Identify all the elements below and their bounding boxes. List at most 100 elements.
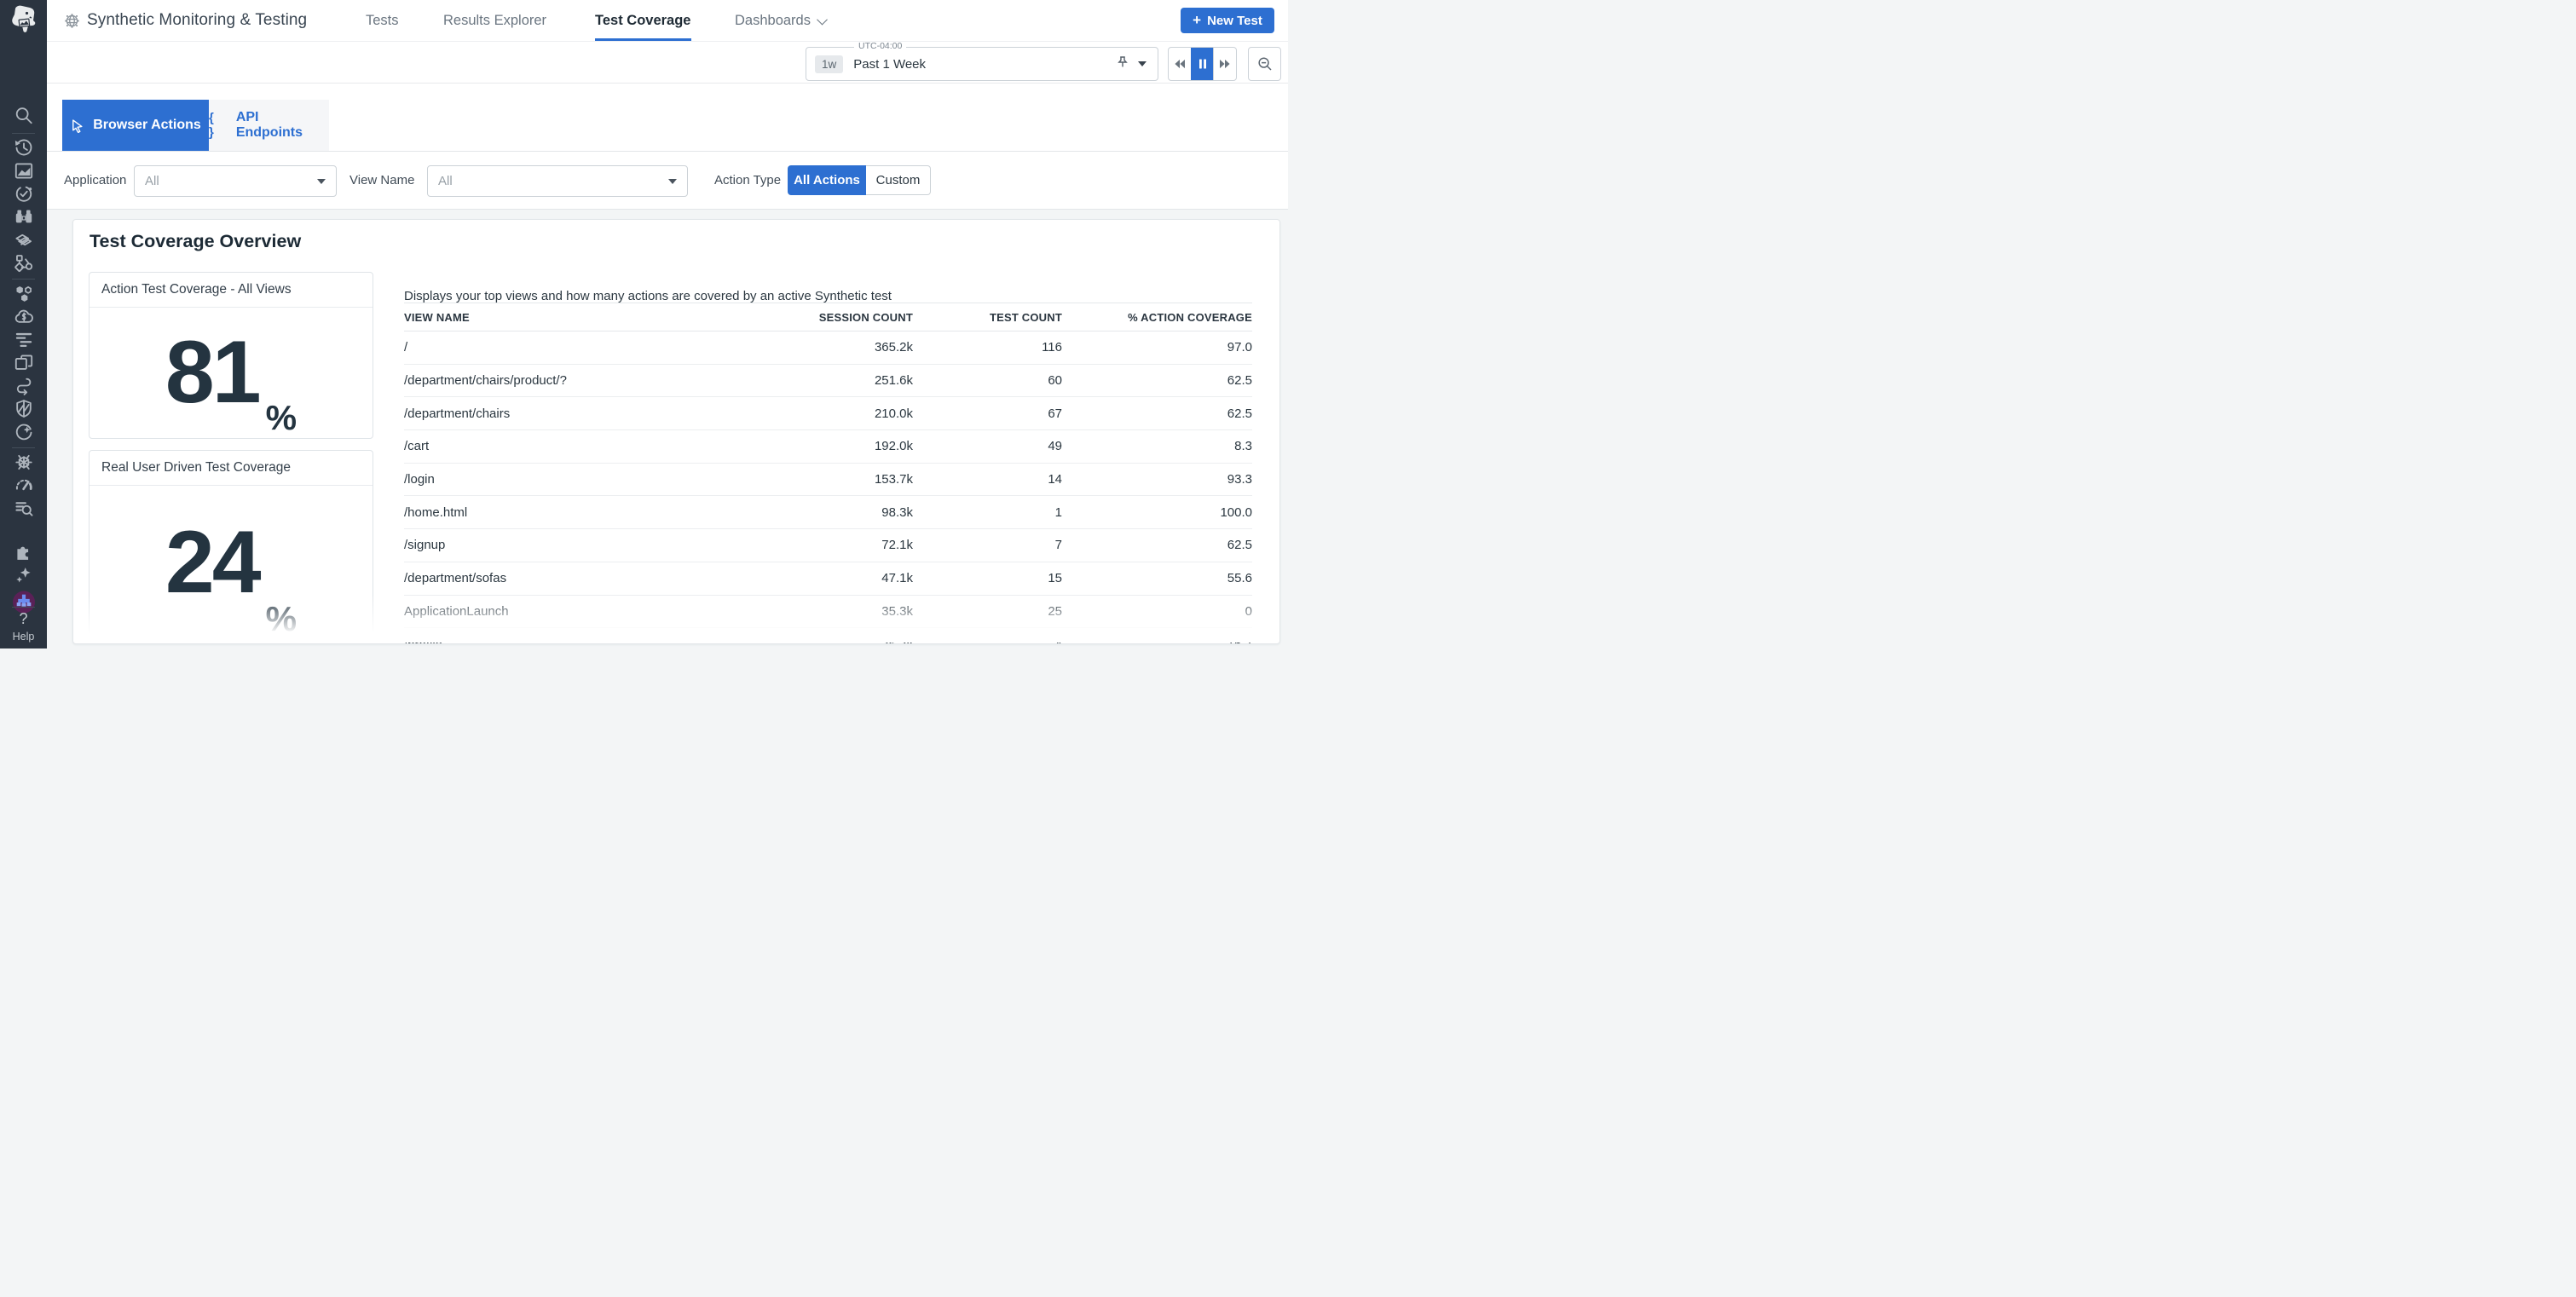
app-root: ? Help Synthetic Monitoring & Testing Tes…	[0, 0, 1288, 648]
nav-security-icon[interactable]	[14, 399, 33, 418]
nav-history-icon[interactable]	[14, 138, 33, 158]
timezone-label: UTC-04:00	[854, 41, 906, 51]
nav-tab-test-coverage[interactable]: Test Coverage	[595, 0, 691, 41]
tab-api-endpoints[interactable]: { } API Endpoints	[209, 100, 329, 151]
nav-metrics-icon[interactable]	[14, 161, 33, 181]
skip-forward-button[interactable]	[1213, 48, 1236, 80]
nav-service-map-icon[interactable]	[14, 253, 33, 273]
value-cell: 93.3	[1062, 472, 1252, 487]
dropdown-caret-icon	[317, 179, 326, 184]
table-row[interactable]: /signup72.1k762.5	[404, 529, 1252, 562]
value-cell: 35.3k	[728, 637, 913, 644]
application-dropdown[interactable]: All	[134, 165, 337, 197]
help-icon[interactable]: ?	[0, 610, 47, 628]
table-row[interactable]: /365.2k11697.0	[404, 331, 1252, 365]
view-name-cell: /	[404, 340, 728, 355]
nav-ci-cd-icon[interactable]	[14, 376, 33, 395]
nav-profiling-icon[interactable]	[14, 476, 33, 495]
coverage-value: 81	[165, 331, 259, 415]
timeframe-picker[interactable]: UTC-04:00 1w Past 1 Week	[806, 47, 1158, 81]
timeframe-caret-icon[interactable]	[1138, 61, 1146, 66]
nav-infrastructure-icon[interactable]	[14, 284, 33, 303]
card-title: Real User Driven Test Coverage	[90, 451, 373, 486]
sidebar: ? Help	[0, 0, 47, 648]
column-header[interactable]: TEST COUNT	[913, 311, 1062, 324]
action-type-option-custom[interactable]: Custom	[866, 165, 931, 195]
sidebar-divider	[12, 279, 35, 280]
value-cell: 16.7	[1062, 637, 1252, 644]
value-cell: 365.2k	[728, 340, 913, 355]
nav-tab-dashboards[interactable]: Dashboards	[735, 0, 826, 41]
action-type-toggle: All ActionsCustom	[788, 165, 931, 195]
datadog-logo[interactable]	[7, 5, 41, 36]
dropdown-caret-icon	[668, 179, 677, 184]
view-name-dropdown[interactable]: All	[427, 165, 688, 197]
nav-watchdog-icon[interactable]	[14, 207, 33, 227]
table-row[interactable]: /cart192.0k498.3	[404, 430, 1252, 464]
nav-rum-icon[interactable]	[14, 353, 33, 372]
action-type-filter-label: Action Type	[714, 151, 781, 209]
time-playback-controls	[1168, 47, 1237, 81]
view-name-cell: /department/chairs	[404, 406, 728, 421]
value-cell: 15	[913, 571, 1062, 585]
table-row[interactable]: /department/chairs/product/?251.6k6062.5	[404, 365, 1252, 398]
skip-backward-button[interactable]	[1169, 48, 1191, 80]
value-cell: 153.7k	[728, 472, 913, 487]
action-type-option-all-actions[interactable]: All Actions	[788, 165, 866, 195]
real-user-coverage-card: Real User Driven Test Coverage 24 %	[89, 450, 373, 640]
table-row[interactable]: ApplicationLaunch35.3k250	[404, 596, 1252, 629]
help-label[interactable]: Help	[0, 631, 47, 643]
sidebar-divider	[12, 133, 35, 134]
column-header[interactable]: % ACTION COVERAGE	[1062, 311, 1252, 324]
nav-tab-tests[interactable]: Tests	[366, 0, 399, 41]
value-cell: 7	[913, 538, 1062, 552]
value-cell: 251.6k	[728, 373, 913, 388]
pin-icon[interactable]	[1116, 55, 1129, 73]
new-test-button[interactable]: + New Test	[1181, 8, 1274, 33]
nav-service-management-icon[interactable]	[14, 422, 33, 441]
coverage-unit: %	[266, 602, 297, 637]
value-cell: 192.0k	[728, 439, 913, 453]
table-description: Displays your top views and how many act…	[404, 289, 892, 303]
value-cell: 60	[913, 373, 1062, 388]
value-cell: 0	[1062, 604, 1252, 619]
panel-title: Test Coverage Overview	[90, 231, 301, 252]
column-header[interactable]: SESSION COUNT	[728, 311, 913, 324]
table-row[interactable]: /department/chairs210.0k6762.5	[404, 397, 1252, 430]
nav-service-catalog-icon[interactable]	[14, 230, 33, 250]
nav-search-icon[interactable]	[14, 106, 33, 125]
view-name-cell: /login	[404, 472, 728, 487]
view-name-cell: /cart	[404, 439, 728, 453]
nav-logs-icon[interactable]	[14, 330, 33, 349]
value-cell: 8.3	[1062, 439, 1252, 453]
nav-tab-results-explorer[interactable]: Results Explorer	[443, 0, 546, 41]
nav-integrations-icon[interactable]	[14, 542, 33, 562]
nav-error-tracking-icon[interactable]	[14, 453, 33, 472]
value-cell: 55.6	[1062, 571, 1252, 585]
braces-icon: { }	[209, 111, 228, 140]
value-cell: 25	[913, 604, 1062, 619]
nav-bits-ai-icon[interactable]	[14, 565, 33, 585]
view-name-cell: /department/sofas	[404, 571, 728, 585]
uptime-globe-icon	[64, 13, 80, 33]
nav-monitors-icon[interactable]	[14, 184, 33, 204]
pause-button[interactable]	[1191, 48, 1214, 80]
coverage-tabstrip: Browser Actions { } API Endpoints	[47, 83, 1288, 152]
view-name-cell: /signup	[404, 538, 728, 552]
table-row[interactable]: /profile35.3k416.7	[404, 628, 1252, 644]
timeframe-label: Past 1 Week	[853, 57, 926, 72]
table-row[interactable]: /department/sofas47.1k1555.6	[404, 562, 1252, 596]
value-cell: 62.5	[1062, 538, 1252, 552]
table-row[interactable]: /login153.7k1493.3	[404, 464, 1252, 497]
tab-browser-actions[interactable]: Browser Actions	[62, 100, 209, 151]
sidebar-divider	[12, 447, 35, 448]
table-row[interactable]: /home.html98.3k1100.0	[404, 496, 1252, 529]
page-title: Synthetic Monitoring & Testing	[87, 0, 307, 41]
view-name-filter-label: View Name	[349, 151, 414, 209]
nav-cloud-cost-icon[interactable]	[14, 307, 33, 326]
content-area: Test Coverage Overview Action Test Cover…	[0, 209, 1288, 648]
nav-audit-trail-icon[interactable]	[14, 499, 33, 518]
column-header[interactable]: VIEW NAME	[404, 311, 728, 324]
value-cell: 98.3k	[728, 505, 913, 520]
zoom-out-button[interactable]	[1248, 47, 1281, 81]
